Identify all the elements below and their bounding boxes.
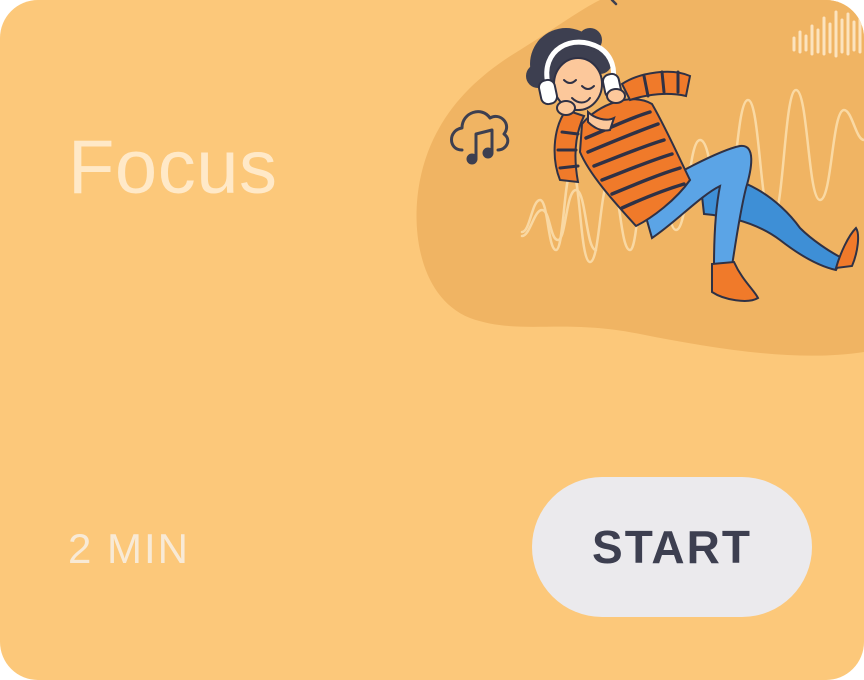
focus-card[interactable]: Focus 2 MIN START bbox=[0, 0, 864, 680]
session-duration: 2 MIN bbox=[68, 525, 191, 572]
session-title: Focus bbox=[68, 125, 278, 210]
start-button[interactable]: START bbox=[532, 477, 812, 617]
